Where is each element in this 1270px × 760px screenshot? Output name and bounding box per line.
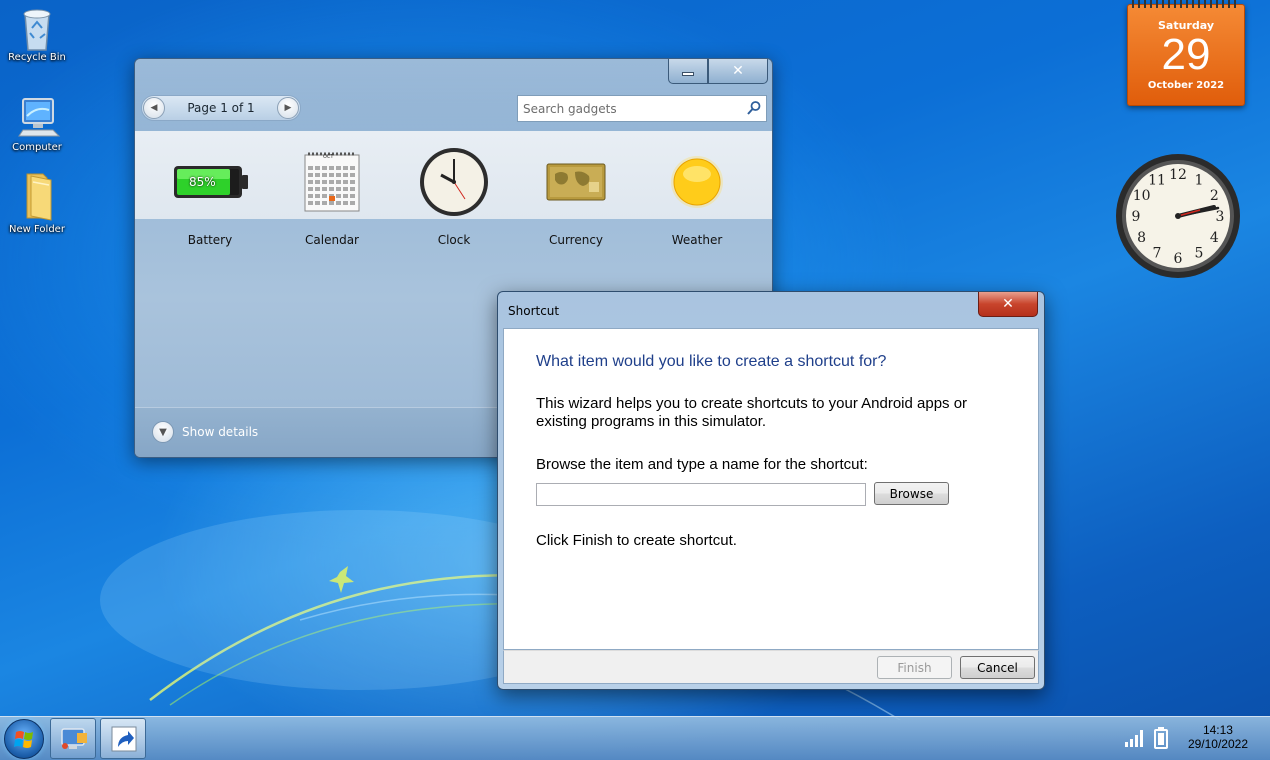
gadget-weather[interactable]: Weather (642, 147, 752, 247)
clock-numeral: 4 (1210, 230, 1219, 246)
folder-icon (17, 172, 57, 222)
gadget-name: Weather (671, 233, 723, 247)
clock-numeral: 9 (1132, 209, 1141, 225)
clock-numeral: 8 (1137, 230, 1146, 246)
windows-logo-icon (14, 731, 33, 748)
search-gadgets-input[interactable] (518, 96, 738, 121)
cancel-button[interactable]: Cancel (960, 656, 1035, 679)
desktop-icon-computer[interactable]: Computer (0, 96, 74, 154)
dialog-footer: Finish Cancel (503, 650, 1039, 684)
close-icon: ✕ (732, 63, 744, 79)
chevron-down-icon: ▼ (152, 421, 174, 443)
minimize-button[interactable] (668, 59, 708, 84)
desktop-icon-label: Computer (12, 142, 62, 153)
close-icon: ✕ (1002, 296, 1014, 312)
desktop-icon-label: New Folder (9, 224, 65, 235)
search-icon[interactable] (746, 100, 762, 116)
clock-numeral: 5 (1195, 245, 1204, 261)
gadget-calendar[interactable]: OCT Calendar (277, 147, 387, 247)
signal-icon[interactable] (1124, 729, 1146, 747)
gadget-currency[interactable]: Currency (521, 147, 631, 247)
browse-button[interactable]: Browse (874, 482, 949, 505)
gadget-name: Calendar (305, 233, 359, 247)
close-button[interactable]: ✕ (708, 59, 768, 84)
clock-numeral: 11 (1148, 173, 1166, 189)
gadget-clock[interactable]: Clock (399, 147, 509, 247)
gadget-name: Battery (187, 233, 233, 247)
clock-numeral: 12 (1169, 167, 1187, 183)
dialog-body: What item would you like to create a sho… (503, 328, 1039, 650)
dialog-close-button[interactable]: ✕ (978, 292, 1038, 317)
dialog-heading: What item would you like to create a sho… (536, 353, 887, 370)
show-details-label: Show details (182, 425, 259, 439)
gadgets-taskbar-icon (61, 728, 87, 749)
clock-numeral: 6 (1174, 251, 1183, 267)
taskbar-gadgets-button[interactable] (50, 718, 96, 759)
finish-button[interactable]: Finish (877, 656, 952, 679)
computer-icon (17, 96, 61, 140)
desktop-icon-recycle-bin[interactable]: Recycle Bin (0, 6, 74, 64)
gadget-name: Clock (437, 233, 471, 247)
currency-gadget-icon (521, 147, 631, 217)
taskbar-shortcut-button[interactable] (100, 718, 146, 759)
calendar-month-abbr: OCT (323, 154, 334, 160)
recycle-bin-icon (17, 6, 57, 51)
dialog-title: Shortcut (508, 304, 560, 318)
system-tray: 14:13 29/10/2022 (1120, 717, 1270, 760)
arrow-right-icon: ▶ (284, 103, 292, 113)
show-details-toggle[interactable]: ▼ Show details (152, 421, 258, 443)
shortcut-arrow-icon (111, 726, 137, 752)
taskbar: 14:13 29/10/2022 (0, 716, 1270, 760)
clock-numeral: 3 (1216, 209, 1225, 225)
clock-readout[interactable]: 14:13 29/10/2022 (1188, 723, 1248, 751)
clock-thumbnail-icon (399, 147, 509, 217)
next-page-button[interactable]: ▶ (277, 97, 299, 119)
dialog-intro-line1: This wizard helps you to create shortcut… (536, 395, 968, 412)
minimize-icon (682, 72, 694, 76)
weather-sun-icon (642, 147, 752, 217)
shortcut-name-input[interactable] (536, 483, 866, 506)
finish-instruction: Click Finish to create shortcut. (536, 532, 737, 549)
clock-numeral: 2 (1210, 188, 1219, 204)
calendar-gadget[interactable]: Saturday 29 October 2022 (1127, 0, 1245, 106)
search-box (517, 95, 767, 122)
taskbar-date: 29/10/2022 (1187, 737, 1248, 751)
page-navigator: ◀ Page 1 of 1 ▶ (141, 95, 301, 121)
battery-icon[interactable] (1154, 727, 1168, 749)
browse-instruction: Browse the item and type a name for the … (536, 456, 868, 473)
clock-numeral: 10 (1133, 188, 1151, 204)
desktop-icon-new-folder[interactable]: New Folder (0, 172, 74, 236)
dialog-intro-line2: existing programs in this simulator. (536, 413, 767, 430)
gadget-battery[interactable]: 85% Battery (155, 147, 265, 247)
taskbar-time: 14:13 (1202, 723, 1233, 737)
gadget-name: Currency (548, 233, 604, 247)
calendar-month: October 2022 (1147, 80, 1225, 91)
shortcut-dialog[interactable]: Shortcut ✕ What item would you like to c… (497, 291, 1045, 690)
clock-numeral: 1 (1195, 173, 1204, 189)
battery-percent: 85% (189, 175, 216, 189)
calendar-date: 29 (1161, 30, 1211, 79)
clock-gadget[interactable]: 12 1 2 3 4 5 6 7 8 9 10 11 (1114, 152, 1242, 280)
desktop-icon-label: Recycle Bin (8, 52, 66, 63)
calendar-rings (1132, 0, 1240, 8)
start-button[interactable] (4, 719, 44, 759)
clock-numeral: 7 (1153, 245, 1162, 261)
